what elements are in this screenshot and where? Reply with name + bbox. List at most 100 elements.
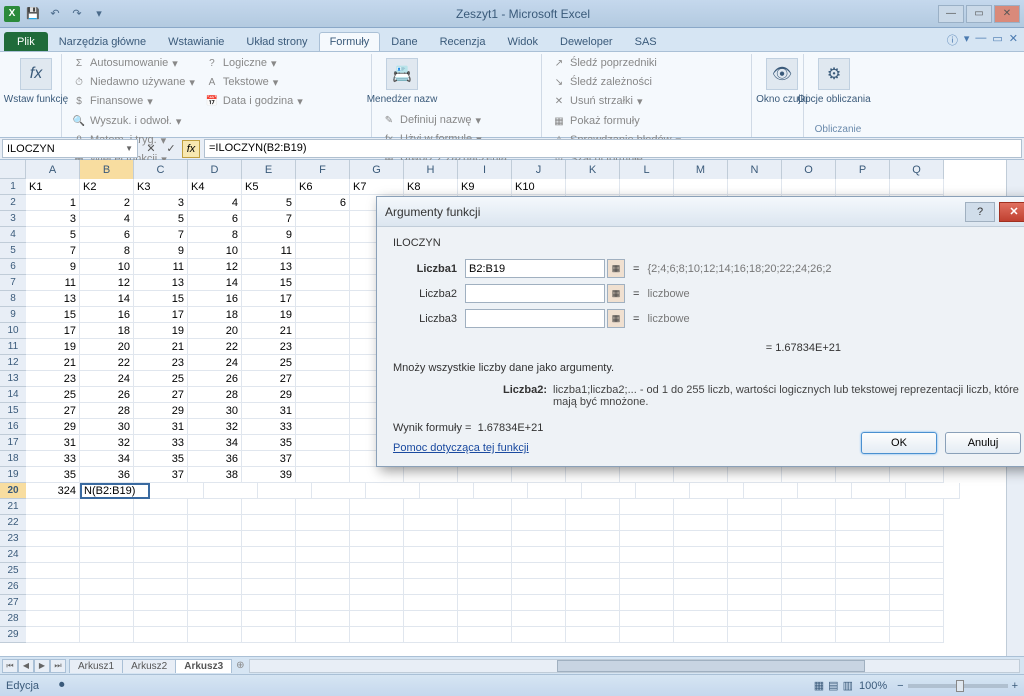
logical-button[interactable]: ?Logiczne ▾: [201, 54, 307, 72]
cell[interactable]: [134, 611, 188, 627]
tab-recenzja[interactable]: Recenzja: [429, 32, 497, 51]
cell[interactable]: [620, 547, 674, 563]
cell[interactable]: [188, 515, 242, 531]
cell[interactable]: 25: [242, 355, 296, 371]
cell[interactable]: [566, 179, 620, 195]
cell[interactable]: [404, 563, 458, 579]
text-button[interactable]: ATekstowe ▾: [201, 73, 307, 91]
sheet-next-icon[interactable]: ▶: [34, 659, 50, 673]
cell[interactable]: [620, 179, 674, 195]
cell[interactable]: 15: [26, 307, 80, 323]
cell[interactable]: [404, 547, 458, 563]
column-header[interactable]: B: [80, 160, 134, 179]
dialog-help-button[interactable]: ?: [965, 202, 995, 222]
cell[interactable]: 4: [80, 211, 134, 227]
cell[interactable]: [134, 547, 188, 563]
cell[interactable]: [242, 515, 296, 531]
cell[interactable]: 8: [80, 243, 134, 259]
sheet-tab[interactable]: Arkusz2: [122, 659, 176, 673]
column-header[interactable]: L: [620, 160, 674, 179]
column-header[interactable]: A: [26, 160, 80, 179]
view-layout-icon[interactable]: ▤: [828, 679, 838, 692]
row-header[interactable]: 19: [0, 467, 26, 483]
row-header[interactable]: 5: [0, 243, 26, 259]
cell[interactable]: [782, 547, 836, 563]
row-header[interactable]: 26: [0, 579, 26, 595]
row-header[interactable]: 22: [0, 515, 26, 531]
cell[interactable]: 23: [242, 339, 296, 355]
cell[interactable]: [458, 627, 512, 643]
cell[interactable]: [674, 595, 728, 611]
cell[interactable]: 16: [80, 307, 134, 323]
cell[interactable]: [26, 595, 80, 611]
cell[interactable]: [150, 483, 204, 499]
cell[interactable]: 15: [242, 275, 296, 291]
row-header[interactable]: 6: [0, 259, 26, 275]
cell[interactable]: [296, 595, 350, 611]
maximize-button[interactable]: ▭: [966, 5, 992, 23]
cell[interactable]: [728, 515, 782, 531]
cell[interactable]: [782, 627, 836, 643]
minimize-button[interactable]: ―: [938, 5, 964, 23]
cell[interactable]: [134, 627, 188, 643]
cell[interactable]: 17: [242, 291, 296, 307]
cell[interactable]: [458, 547, 512, 563]
cell[interactable]: [258, 483, 312, 499]
tab-widok[interactable]: Widok: [496, 32, 549, 51]
cell[interactable]: 29: [26, 419, 80, 435]
cell[interactable]: [296, 339, 350, 355]
cell[interactable]: [188, 611, 242, 627]
cell[interactable]: 33: [242, 419, 296, 435]
cell[interactable]: 5: [26, 227, 80, 243]
cell[interactable]: [512, 515, 566, 531]
cell[interactable]: [890, 467, 944, 483]
column-header[interactable]: F: [296, 160, 350, 179]
cell[interactable]: 30: [80, 419, 134, 435]
row-header[interactable]: 4: [0, 227, 26, 243]
undo-icon[interactable]: ↶: [46, 5, 64, 23]
cell[interactable]: [296, 627, 350, 643]
cell[interactable]: 3: [26, 211, 80, 227]
row-header[interactable]: 16: [0, 419, 26, 435]
column-header[interactable]: E: [242, 160, 296, 179]
cell[interactable]: [566, 515, 620, 531]
cell[interactable]: [782, 467, 836, 483]
arg-input[interactable]: [465, 284, 605, 303]
row-header[interactable]: 8: [0, 291, 26, 307]
cell[interactable]: [566, 499, 620, 515]
formula-input[interactable]: =ILOCZYN(B2:B19): [204, 139, 1022, 158]
cell[interactable]: [890, 563, 944, 579]
cell[interactable]: [296, 403, 350, 419]
tab-deweloper[interactable]: Deweloper: [549, 32, 624, 51]
cell[interactable]: [728, 547, 782, 563]
row-header[interactable]: 12: [0, 355, 26, 371]
tab-narzędzia-główne[interactable]: Narzędzia główne: [48, 32, 157, 51]
cell[interactable]: [26, 547, 80, 563]
cell[interactable]: 14: [80, 291, 134, 307]
cell[interactable]: [80, 531, 134, 547]
cell[interactable]: [350, 515, 404, 531]
row-header[interactable]: 29: [0, 627, 26, 643]
cell[interactable]: [204, 483, 258, 499]
cell[interactable]: K8: [404, 179, 458, 195]
cell[interactable]: 2: [80, 195, 134, 211]
cell[interactable]: [728, 579, 782, 595]
row-header[interactable]: 28: [0, 611, 26, 627]
cancel-formula-button[interactable]: ✕: [142, 140, 160, 158]
cell[interactable]: 21: [26, 355, 80, 371]
cell[interactable]: 6: [80, 227, 134, 243]
recent-button[interactable]: ⏱Niedawno używane ▾: [68, 73, 199, 91]
cell[interactable]: 23: [134, 355, 188, 371]
cell[interactable]: 16: [188, 291, 242, 307]
cell[interactable]: 26: [188, 371, 242, 387]
cell[interactable]: [350, 611, 404, 627]
cell[interactable]: [674, 547, 728, 563]
row-header[interactable]: 27: [0, 595, 26, 611]
cell[interactable]: [566, 531, 620, 547]
cell[interactable]: 6: [296, 195, 350, 211]
cell[interactable]: [620, 531, 674, 547]
row-header[interactable]: 10: [0, 323, 26, 339]
tab-układ-strony[interactable]: Układ strony: [235, 32, 318, 51]
cell[interactable]: [312, 483, 366, 499]
cell[interactable]: [674, 627, 728, 643]
